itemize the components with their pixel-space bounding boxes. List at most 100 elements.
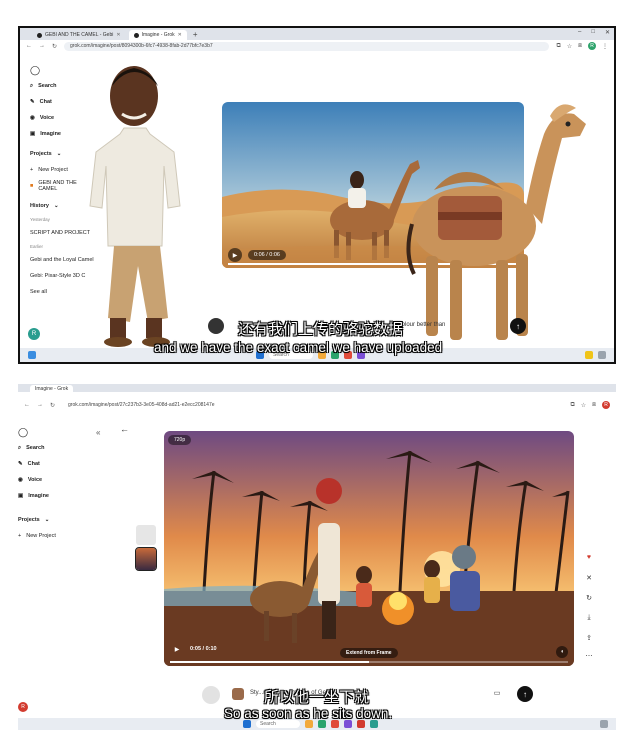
- prompt-thumbnail[interactable]: [208, 318, 224, 334]
- tray-icon[interactable]: [585, 351, 593, 359]
- play-icon[interactable]: ▶: [228, 248, 242, 262]
- bookmark-star-icon[interactable]: ☆: [581, 402, 586, 409]
- reload-icon[interactable]: ↻: [52, 43, 57, 50]
- close-icon[interactable]: ✕: [584, 574, 594, 582]
- back-icon[interactable]: ←: [24, 402, 30, 408]
- browser-extensions: ⧉ ☆ ⧈ R: [570, 401, 610, 409]
- url-field[interactable]: grok.com/imagine/post/27c237b3-3e05-408d…: [62, 400, 564, 410]
- install-icon[interactable]: ⧉: [556, 43, 560, 50]
- plus-icon: +: [30, 167, 34, 173]
- chevron-down-icon: ⌄: [44, 517, 50, 523]
- volume-icon[interactable]: ◖: [556, 646, 568, 658]
- close-window-button[interactable]: ✕: [605, 29, 610, 36]
- window-controls: – □ ✕: [578, 29, 610, 36]
- grok-favicon-icon: [37, 32, 42, 38]
- frame-thumbnail-empty[interactable]: [136, 525, 156, 545]
- back-icon[interactable]: ←: [26, 43, 32, 49]
- files-icon[interactable]: [305, 720, 313, 728]
- profile-avatar[interactable]: R: [602, 401, 610, 409]
- video-controls: ▶ 0:05 / 0:10: [170, 642, 217, 656]
- share-icon[interactable]: ⇪: [584, 634, 594, 642]
- back-button[interactable]: ←: [120, 424, 129, 434]
- video-progress-fill: [170, 661, 369, 663]
- chevron-down-icon: ⌄: [56, 151, 62, 157]
- tab-imagine[interactable]: Imagine - Grok ✕: [128, 30, 187, 40]
- new-tab-button[interactable]: +: [190, 30, 201, 40]
- chrome-icon[interactable]: [331, 720, 339, 728]
- address-bar-row: ← → ↻ grok.com/imagine/post/27c237b3-3e0…: [18, 398, 616, 412]
- profile-avatar[interactable]: R: [588, 42, 596, 50]
- send-button[interactable]: ↑: [517, 686, 533, 702]
- close-tab-icon[interactable]: ✕: [116, 32, 120, 38]
- subtitle-chinese: 还有我们上传的骆驼数据: [238, 321, 404, 339]
- heart-icon[interactable]: ♥: [584, 554, 594, 561]
- install-icon[interactable]: ⧉: [570, 402, 574, 409]
- more-icon[interactable]: ⋯: [584, 652, 594, 660]
- camel-character-image: [406, 104, 586, 340]
- forward-icon[interactable]: →: [37, 402, 43, 408]
- projects-heading[interactable]: Projects ⌄: [18, 512, 118, 528]
- tab-bar: GEBI AND THE CAMEL - Gebi ✕ Imagine - Gro…: [20, 28, 614, 40]
- tab-imagine[interactable]: Imagine - Grok: [30, 385, 74, 392]
- redo-icon[interactable]: ↻: [584, 594, 594, 602]
- extend-from-frame-button[interactable]: Extend from Frame: [340, 648, 398, 658]
- menu-kebab-icon[interactable]: ⋮: [602, 43, 608, 50]
- oasis-campfire-scene-image: [164, 431, 574, 666]
- chat-icon: ✎: [30, 99, 35, 105]
- user-avatar[interactable]: R: [18, 702, 28, 712]
- windows-start-icon[interactable]: [243, 720, 251, 728]
- video-mode-icon[interactable]: ▭: [492, 689, 502, 697]
- sidebar: ◯ « ⌕ Search ✎ Chat ◉ Voice ▣ Imagine Project…: [18, 424, 118, 544]
- extensions-icon[interactable]: ⧈: [592, 402, 596, 409]
- voice-icon: ◉: [30, 115, 35, 121]
- search-icon: ⌕: [18, 444, 22, 451]
- taskbar-search[interactable]: Search: [256, 720, 300, 728]
- extensions-icon[interactable]: ⧈: [578, 43, 582, 50]
- tray-icon[interactable]: [600, 720, 608, 728]
- gebi-character-image: [89, 66, 181, 347]
- app-icon[interactable]: [318, 720, 326, 728]
- bookmark-star-icon[interactable]: ☆: [567, 43, 572, 50]
- url-field[interactable]: grok.com/imagine/post/8094300b-6fc7-4938…: [64, 41, 550, 51]
- app-icon[interactable]: [344, 720, 352, 728]
- subtitle-english: and we have the exact camel we have uplo…: [154, 340, 443, 355]
- maximize-button[interactable]: □: [591, 29, 595, 36]
- play-icon[interactable]: ▶: [170, 642, 184, 656]
- tab-bar: Imagine - Grok: [18, 384, 616, 392]
- tray-icon[interactable]: [598, 351, 606, 359]
- voice-icon: ◉: [18, 477, 23, 483]
- video-progress-bar[interactable]: [170, 661, 568, 663]
- grok-logo-icon[interactable]: ◯ «: [18, 424, 118, 440]
- plus-icon: +: [18, 533, 22, 539]
- browser-window: GEBI AND THE CAMEL - Gebi ✕ Imagine - Gro…: [20, 28, 614, 362]
- address-bar-row: ← → ↻ grok.com/imagine/post/8094300b-6fc…: [20, 40, 614, 52]
- reload-icon[interactable]: ↻: [50, 402, 55, 409]
- grok-favicon-icon: [133, 32, 139, 38]
- screenshot-panel-1: GEBI AND THE CAMEL - Gebi ✕ Imagine - Gro…: [18, 26, 616, 364]
- minimize-button[interactable]: –: [578, 29, 581, 36]
- collapse-sidebar-icon[interactable]: «: [96, 428, 100, 437]
- send-button[interactable]: ↑: [510, 318, 526, 334]
- sidebar-item-search[interactable]: ⌕ Search: [18, 440, 118, 456]
- sidebar-item-chat[interactable]: ✎ Chat: [18, 456, 118, 472]
- close-tab-icon[interactable]: ✕: [178, 32, 182, 38]
- user-avatar[interactable]: R: [28, 328, 40, 340]
- app-icon[interactable]: [370, 720, 378, 728]
- forward-icon[interactable]: →: [39, 43, 45, 49]
- chevron-down-icon: ⌄: [53, 203, 59, 209]
- sidebar-item-imagine[interactable]: ▣ Imagine: [18, 488, 118, 504]
- search-icon: ⌕: [30, 82, 34, 89]
- screenshot-panel-2: Imagine - Grok ← → ↻ grok.com/imagine/po…: [18, 384, 616, 730]
- sidebar-project-new[interactable]: + New Project: [18, 528, 118, 544]
- video-time: 0:06 / 0:06: [248, 250, 286, 260]
- reference-image-thumbnail[interactable]: [232, 688, 244, 700]
- generated-video[interactable]: 720p ▶ 0:05 / 0:10 Extend from Frame ◖: [164, 431, 574, 666]
- sidebar-item-voice[interactable]: ◉ Voice: [18, 472, 118, 488]
- tab-gebi[interactable]: GEBI AND THE CAMEL - Gebi ✕: [32, 30, 126, 40]
- prompt-thumbnail[interactable]: [202, 686, 220, 704]
- video-controls: ▶ 0:06 / 0:06: [228, 248, 286, 262]
- frame-thumbnail-selected[interactable]: [135, 547, 157, 571]
- download-icon[interactable]: ⤓: [584, 614, 594, 622]
- app-icon[interactable]: [357, 720, 365, 728]
- widgets-icon[interactable]: [28, 351, 36, 359]
